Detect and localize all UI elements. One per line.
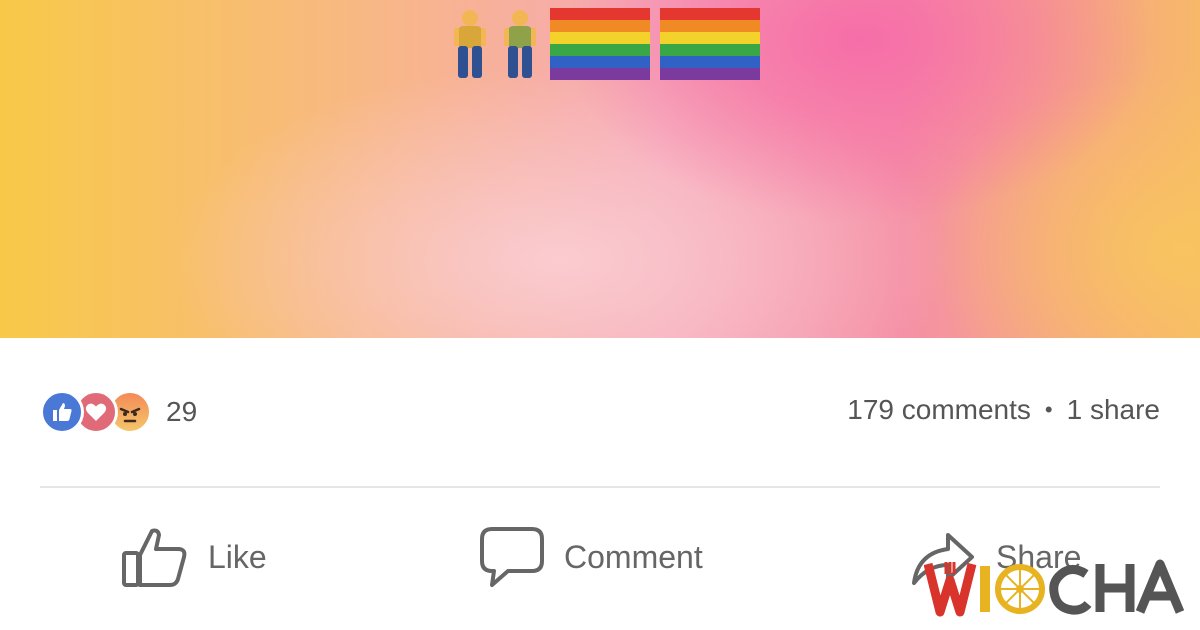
man-icon: [448, 8, 492, 80]
shares-count[interactable]: 1 share: [1067, 394, 1160, 426]
stats-separator: •: [1044, 397, 1053, 422]
like-button[interactable]: Like: [120, 515, 267, 599]
thumbs-up-icon: [120, 525, 190, 589]
like-label: Like: [208, 538, 267, 575]
man-icon: [498, 8, 542, 80]
speech-bubble-icon: [478, 525, 546, 589]
divider: [40, 486, 1160, 488]
watermark-logo: [924, 556, 1186, 618]
comment-button[interactable]: Comment: [478, 515, 703, 599]
emoji-row: [448, 0, 762, 80]
like-reaction-icon: [40, 390, 84, 434]
rainbow-flag-icon: [658, 8, 762, 80]
post-background: [0, 0, 1200, 338]
post-stats: 179 comments • 1 share: [847, 394, 1160, 426]
rainbow-flag-icon: [548, 8, 652, 80]
comment-label: Comment: [564, 538, 703, 575]
wiocha-logo-icon: [924, 559, 1185, 617]
comments-count[interactable]: 179 comments: [847, 394, 1031, 426]
reaction-summary[interactable]: 29: [40, 388, 197, 436]
reaction-count[interactable]: 29: [166, 396, 197, 428]
